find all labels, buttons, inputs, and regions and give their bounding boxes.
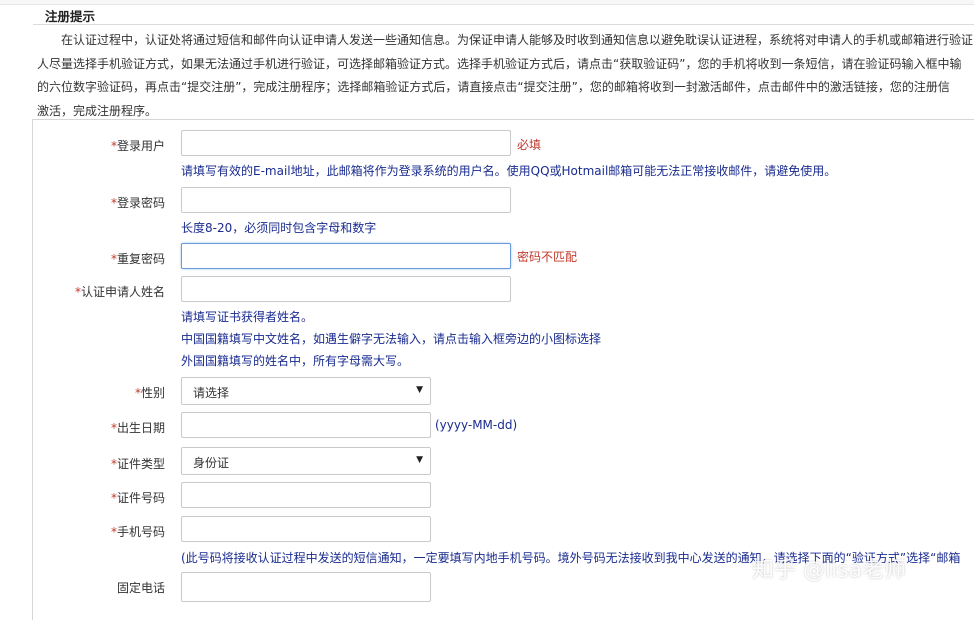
notice-line: 人尽量选择手机验证方式，如果无法通过手机进行验证，可选择邮箱验证方式。选择手机验…	[37, 56, 962, 71]
id-type-select[interactable]: 身份证 ▼	[181, 447, 431, 475]
notice-title: 注册提示	[45, 9, 96, 24]
notice-line: 在认证过程中，认证处将通过短信和邮件向认证申请人发送一些通知信息。为保证申请人能…	[61, 33, 974, 47]
landline-label: 固定电话	[116, 581, 165, 595]
dropdown-arrow-icon: ▼	[416, 455, 423, 465]
mobile-label: *手机号码	[110, 525, 165, 539]
gender-select[interactable]: 请选择 ▼	[181, 377, 431, 405]
id-type-selected-value: 身份证	[193, 456, 230, 470]
landline-input[interactable]	[181, 572, 431, 602]
login-user-hint: 请填写有效的E-mail地址，此邮箱将作为登录系统的用户名。使用QQ或Hotma…	[181, 164, 837, 178]
gender-label: *性别	[134, 386, 165, 400]
applicant-name-label: *认证申请人姓名	[74, 285, 165, 299]
id-number-input[interactable]	[181, 482, 431, 508]
applicant-name-hint: 中国国籍填写中文姓名，如遇生僻字无法输入，请点击输入框旁边的小图标选择	[181, 332, 602, 346]
divider	[33, 24, 974, 25]
id-type-label: *证件类型	[110, 457, 165, 471]
repeat-password-input[interactable]	[181, 243, 511, 269]
required-indicator: 必填	[517, 138, 542, 152]
applicant-name-hint: 请填写证书获得者姓名。	[181, 310, 314, 324]
dropdown-arrow-icon: ▼	[416, 385, 423, 395]
password-input[interactable]	[181, 187, 511, 213]
password-hint: 长度8-20，必须同时包含字母和数字	[181, 221, 377, 235]
id-number-label: *证件号码	[110, 491, 165, 505]
login-user-label: *登录用户	[110, 139, 165, 153]
applicant-name-input[interactable]	[181, 276, 511, 302]
notice-text: 在认证过程中，认证处将通过短信和邮件向认证申请人发送一些通知信息。为保证申请人能…	[37, 29, 974, 123]
birth-date-input[interactable]	[181, 412, 431, 438]
top-strip	[0, 0, 974, 5]
password-mismatch-error: 密码不匹配	[517, 250, 578, 264]
notice-line: 的六位数字验证码，再点击“提交注册”，完成注册程序；选择邮箱验证方式后，请直接点…	[37, 80, 950, 94]
repeat-password-label: *重复密码	[110, 252, 165, 266]
watermark: 知乎 @lisa老师	[752, 558, 907, 583]
login-user-input[interactable]	[181, 130, 511, 156]
birth-date-label: *出生日期	[110, 421, 165, 435]
password-label: *登录密码	[110, 196, 165, 210]
mobile-input[interactable]	[181, 516, 431, 542]
gender-selected-value: 请选择	[193, 386, 230, 400]
applicant-name-hint: 外国国籍填写的姓名中，所有字母需大写。	[181, 354, 410, 368]
birth-date-format: (yyyy-MM-dd)	[435, 418, 518, 432]
